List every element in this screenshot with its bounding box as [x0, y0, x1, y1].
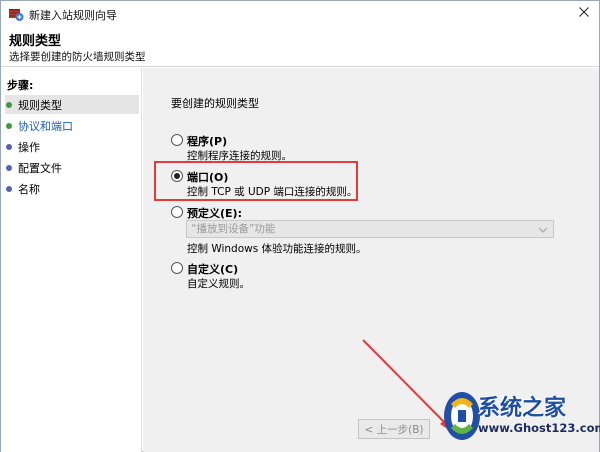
firewall-app-icon: [8, 6, 24, 22]
step-name[interactable]: 名称: [5, 179, 139, 198]
radio-predefined[interactable]: [171, 206, 183, 218]
close-icon: [579, 6, 589, 20]
wizard-header: 规则类型 选择要创建的防火墙规则类型: [1, 27, 599, 67]
steps-label: 步骤:: [7, 79, 34, 92]
step-action[interactable]: 操作: [5, 137, 139, 156]
watermark-url: www.Ghost123.com: [478, 421, 600, 435]
step-bullet-icon: [6, 164, 12, 171]
step-bullet-icon: [6, 185, 12, 192]
predefined-select-value: “播放到设备”功能: [191, 223, 276, 235]
option-description: 控制 Windows 体验功能连接的规则。: [187, 243, 367, 255]
step-bullet-icon: [6, 122, 12, 129]
option-program[interactable]: 程序(P): [171, 133, 227, 149]
step-label: 规则类型: [18, 98, 62, 112]
page-title: 规则类型: [9, 34, 62, 49]
step-bullet-icon: [6, 143, 12, 150]
page-subtitle: 选择要创建的防火墙规则类型: [9, 51, 146, 63]
wizard-window: 新建入站规则向导 规则类型 选择要创建的防火墙规则类型 步骤: 规则类型 协议和…: [0, 0, 600, 452]
option-label: 自定义(C): [187, 263, 239, 276]
radio-custom[interactable]: [171, 262, 183, 274]
close-button[interactable]: [571, 1, 597, 25]
title-bar[interactable]: 新建入站规则向导: [1, 1, 599, 27]
radio-program[interactable]: [171, 134, 183, 146]
step-label: 协议和端口: [18, 119, 73, 133]
step-bullet-icon: [6, 101, 12, 108]
steps-panel: 步骤: 规则类型 协议和端口 操作 配置文件 名称: [1, 68, 142, 452]
option-predefined[interactable]: 预定义(E):: [171, 205, 242, 221]
rule-type-question: 要创建的规则类型: [171, 97, 259, 110]
option-label: 预定义(E):: [187, 207, 242, 220]
chevron-down-icon: [538, 224, 548, 234]
option-custom[interactable]: 自定义(C): [171, 261, 238, 277]
step-protocol-port[interactable]: 协议和端口: [5, 116, 139, 135]
step-label: 配置文件: [18, 161, 62, 175]
step-profile[interactable]: 配置文件: [5, 158, 139, 177]
option-description: 自定义规则。: [187, 278, 250, 290]
step-rule-type[interactable]: 规则类型: [5, 95, 139, 114]
option-label: 程序(P): [187, 135, 228, 148]
watermark-name: 系统之家: [478, 395, 567, 421]
step-label: 名称: [18, 182, 40, 196]
window-title: 新建入站规则向导: [29, 9, 117, 22]
predefined-select[interactable]: “播放到设备”功能: [186, 220, 554, 238]
back-button[interactable]: < 上一步(B): [358, 419, 430, 439]
step-label: 操作: [18, 140, 40, 154]
port-option-highlight: [154, 161, 358, 201]
